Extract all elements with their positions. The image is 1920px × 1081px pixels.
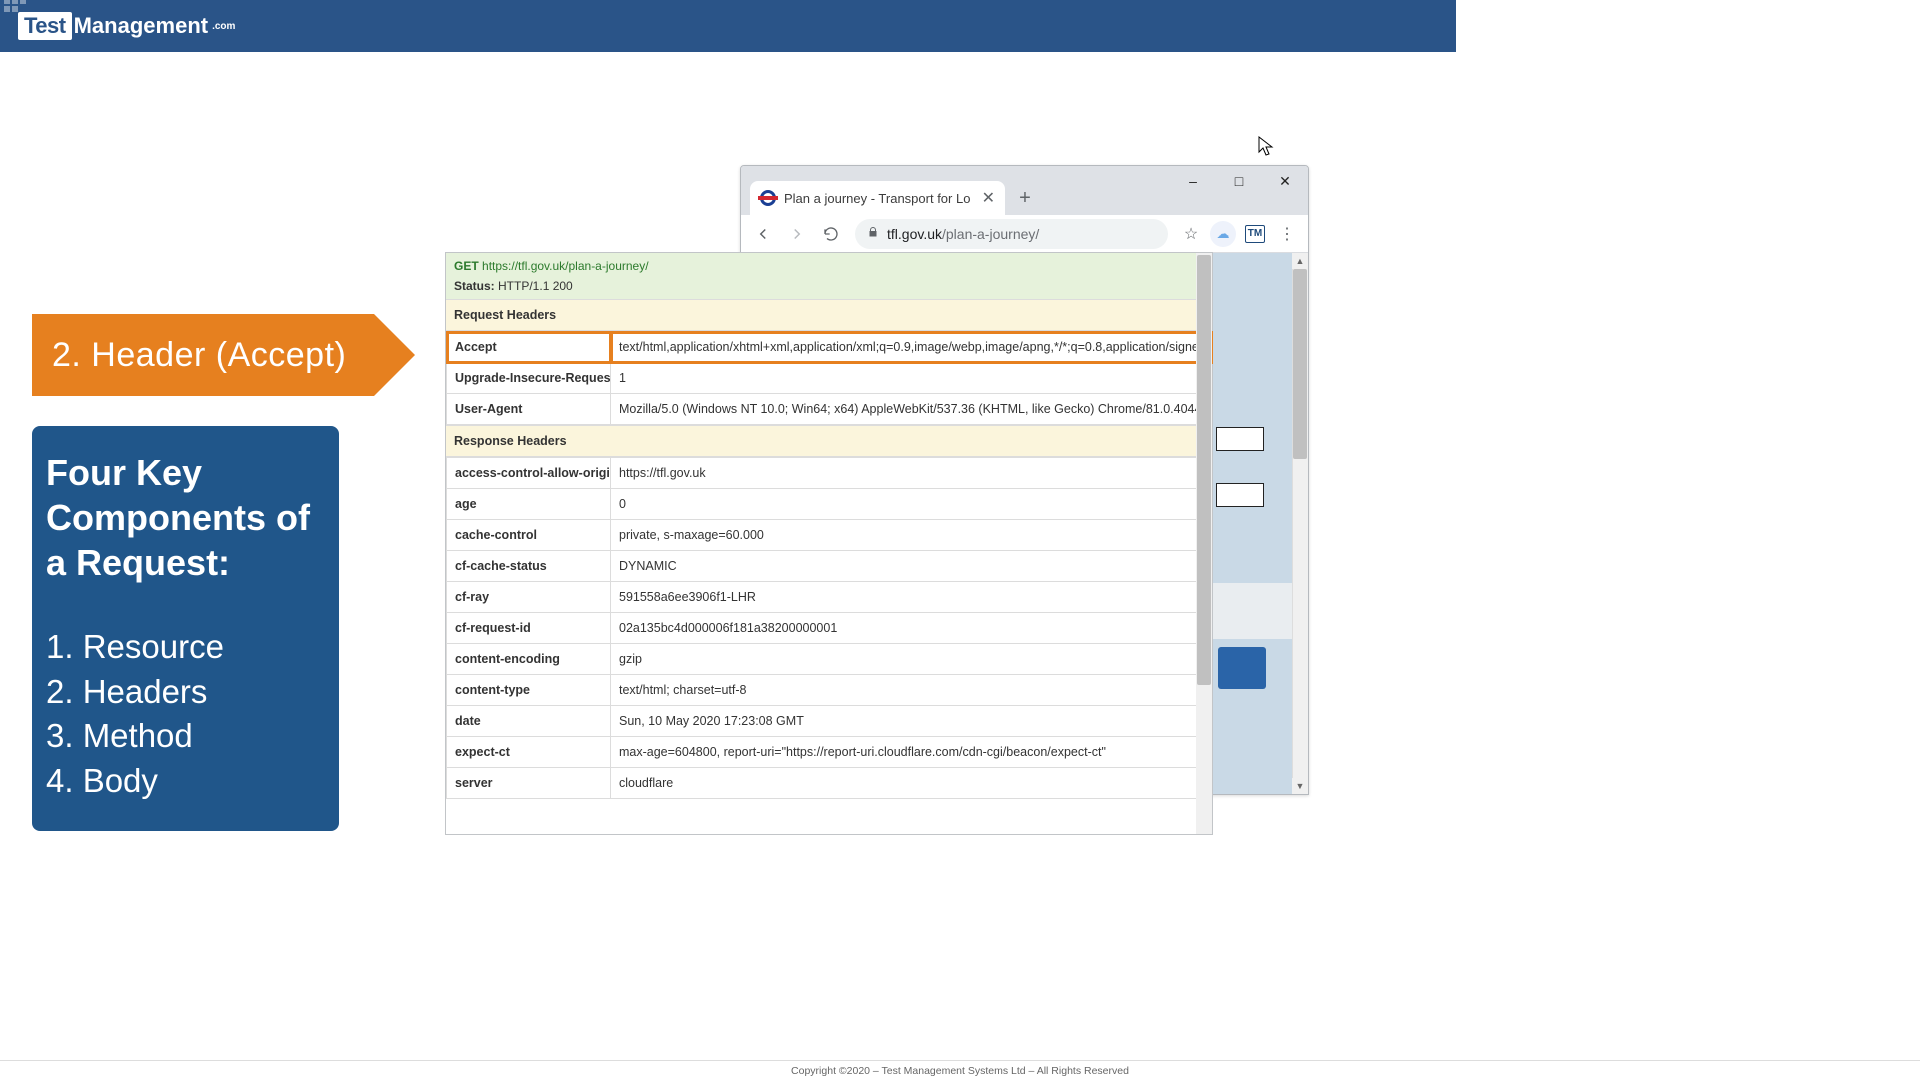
header-row[interactable]: cf-cache-statusDYNAMIC	[447, 551, 1212, 582]
header-row[interactable]: dateSun, 10 May 2020 17:23:08 GMT	[447, 706, 1212, 737]
header-value: private, s-maxage=60.000	[611, 520, 1212, 551]
tab-close-icon[interactable]: ✕	[976, 188, 995, 208]
window-minimize-button[interactable]: –	[1170, 166, 1216, 196]
reload-button[interactable]	[815, 218, 847, 250]
callout-label: 2. Header (Accept)	[52, 336, 346, 375]
header-row[interactable]: Upgrade-Insecure-Requests1	[447, 363, 1212, 394]
browser-toolbar: tfl.gov.uk/plan-a-journey/ ☆ ☁ TM ⋮	[741, 215, 1308, 253]
page-submit-button[interactable]	[1218, 647, 1266, 689]
scroll-down-icon[interactable]: ▼	[1292, 778, 1308, 794]
brand-logo: Test Management .com	[18, 12, 235, 40]
header-name: User-Agent	[447, 394, 611, 425]
page-input[interactable]	[1216, 483, 1264, 507]
header-value: 591558a6ee3906f1-LHR	[611, 582, 1212, 613]
new-tab-button[interactable]: +	[1011, 184, 1039, 212]
status-line: Status: HTTP/1.1 200	[454, 279, 1204, 293]
headers-panel: GET https://tfl.gov.uk/plan-a-journey/ S…	[445, 252, 1213, 835]
header-row[interactable]: servercloudflare	[447, 768, 1212, 799]
request-headers-table: Accepttext/html,application/xhtml+xml,ap…	[446, 331, 1212, 425]
info-item: 1. Resource	[46, 625, 325, 670]
header-value: gzip	[611, 644, 1212, 675]
header-row[interactable]: age0	[447, 489, 1212, 520]
browser-titlebar[interactable]: Plan a journey - Transport for Lo ✕ + – …	[741, 166, 1308, 215]
brand-suffix: .com	[212, 21, 235, 32]
header-name: server	[447, 768, 611, 799]
mouse-cursor-icon	[1258, 136, 1274, 158]
tfl-roundel-icon	[760, 190, 776, 206]
header-value: DYNAMIC	[611, 551, 1212, 582]
header-name: cache-control	[447, 520, 611, 551]
section-request-headers: Request Headers	[446, 299, 1212, 331]
tab-title: Plan a journey - Transport for Lo	[784, 191, 970, 206]
header-row[interactable]: cache-controlprivate, s-maxage=60.000	[447, 520, 1212, 551]
header-row[interactable]: access-control-allow-originhttps://tfl.g…	[447, 458, 1212, 489]
header-row[interactable]: Accepttext/html,application/xhtml+xml,ap…	[447, 332, 1212, 363]
back-button[interactable]	[747, 218, 779, 250]
header-value: text/html,application/xhtml+xml,applicat…	[611, 332, 1212, 363]
forward-button[interactable]	[781, 218, 813, 250]
bookmark-star-icon[interactable]: ☆	[1176, 219, 1206, 249]
scroll-up-icon[interactable]: ▲	[1292, 253, 1308, 269]
address-bar[interactable]: tfl.gov.uk/plan-a-journey/	[855, 219, 1168, 249]
header-name: content-type	[447, 675, 611, 706]
info-list: 1. Resource 2. Headers 3. Method 4. Body	[46, 625, 325, 803]
header-name: access-control-allow-origin	[447, 458, 611, 489]
header-value: https://tfl.gov.uk	[611, 458, 1212, 489]
header-value: cloudflare	[611, 768, 1212, 799]
header-value: 1	[611, 363, 1212, 394]
header-row[interactable]: content-encodinggzip	[447, 644, 1212, 675]
header-name: cf-request-id	[447, 613, 611, 644]
section-response-headers: Response Headers	[446, 425, 1212, 457]
info-item: 4. Body	[46, 759, 325, 804]
lock-icon	[867, 226, 879, 241]
header-name: content-encoding	[447, 644, 611, 675]
page-input[interactable]	[1216, 427, 1264, 451]
page-scrollbar[interactable]: ▲ ▼	[1292, 253, 1308, 794]
panel-summary: GET https://tfl.gov.uk/plan-a-journey/ S…	[446, 253, 1212, 299]
info-title: Four Key Components of a Request:	[46, 450, 325, 585]
header-value: 0	[611, 489, 1212, 520]
response-headers-table: access-control-allow-originhttps://tfl.g…	[446, 457, 1212, 799]
callout-header-accept: 2. Header (Accept)	[32, 314, 374, 396]
header-name: cf-ray	[447, 582, 611, 613]
scroll-thumb[interactable]	[1293, 269, 1307, 459]
info-item: 2. Headers	[46, 670, 325, 715]
header-value: max-age=604800, report-uri="https://repo…	[611, 737, 1212, 768]
panel-scroll-thumb[interactable]	[1197, 255, 1211, 685]
brand-part1: Test	[18, 12, 72, 40]
header-row[interactable]: content-typetext/html; charset=utf-8	[447, 675, 1212, 706]
kebab-menu-icon[interactable]: ⋮	[1272, 219, 1302, 249]
header-row[interactable]: User-AgentMozilla/5.0 (Windows NT 10.0; …	[447, 394, 1212, 425]
brand-part2: Management	[74, 13, 208, 39]
tm-extension-icon[interactable]: TM	[1240, 219, 1270, 249]
header-name: Upgrade-Insecure-Requests	[447, 363, 611, 394]
header-value: text/html; charset=utf-8	[611, 675, 1212, 706]
panel-scrollbar[interactable]	[1196, 253, 1212, 834]
window-maximize-button[interactable]: □	[1216, 166, 1262, 196]
header-value: Sun, 10 May 2020 17:23:08 GMT	[611, 706, 1212, 737]
cloud-extension-icon[interactable]: ☁	[1208, 219, 1238, 249]
header-name: date	[447, 706, 611, 737]
header-row[interactable]: cf-ray591558a6ee3906f1-LHR	[447, 582, 1212, 613]
header-name: age	[447, 489, 611, 520]
header-row[interactable]: expect-ctmax-age=604800, report-uri="htt…	[447, 737, 1212, 768]
window-close-button[interactable]: ✕	[1262, 166, 1308, 196]
info-box: Four Key Components of a Request: 1. Res…	[32, 426, 339, 831]
footer-copyright: Copyright ©2020 – Test Management System…	[0, 1060, 1920, 1080]
top-brand-bar: Test Management .com	[0, 0, 1456, 52]
header-name: expect-ct	[447, 737, 611, 768]
header-row[interactable]: cf-request-id02a135bc4d000006f181a382000…	[447, 613, 1212, 644]
browser-tab[interactable]: Plan a journey - Transport for Lo ✕	[750, 181, 1005, 215]
header-value: Mozilla/5.0 (Windows NT 10.0; Win64; x64…	[611, 394, 1212, 425]
header-name: Accept	[447, 332, 611, 363]
header-name: cf-cache-status	[447, 551, 611, 582]
url-text: tfl.gov.uk/plan-a-journey/	[887, 226, 1039, 242]
header-value: 02a135bc4d000006f181a38200000001	[611, 613, 1212, 644]
request-line: GET https://tfl.gov.uk/plan-a-journey/	[454, 259, 1204, 273]
info-item: 3. Method	[46, 714, 325, 759]
